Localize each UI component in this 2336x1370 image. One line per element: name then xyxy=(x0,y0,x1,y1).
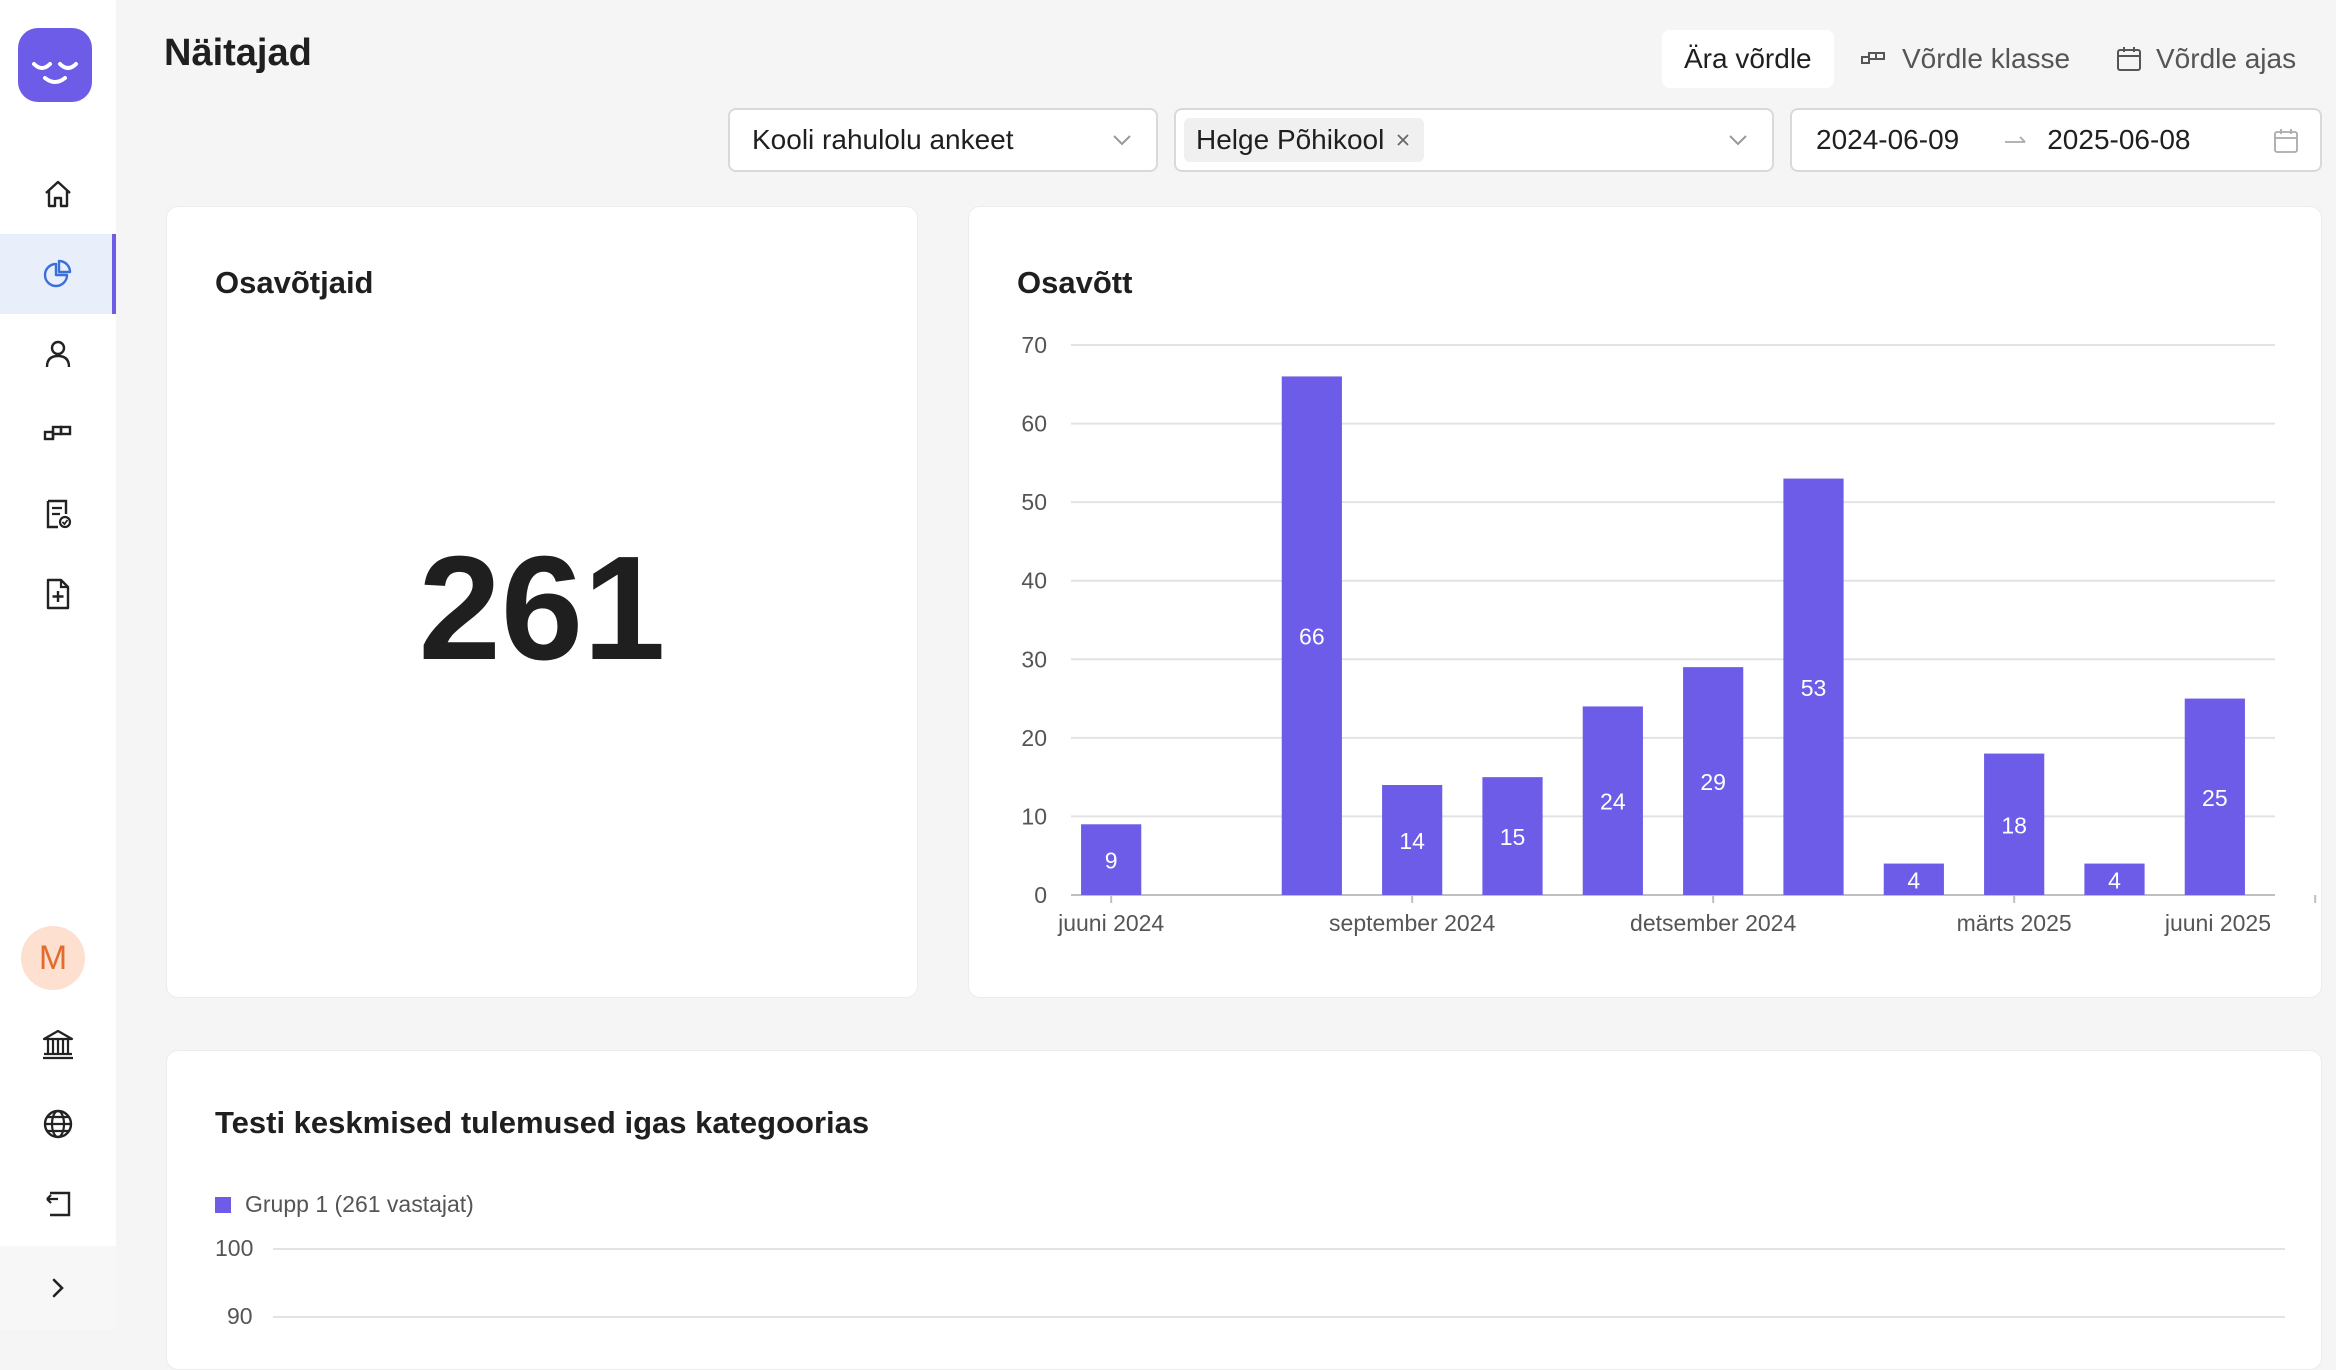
logout-icon xyxy=(46,1191,71,1217)
results-gridline xyxy=(273,1248,2285,1250)
x-tick-label: september 2024 xyxy=(1329,910,1495,936)
bar-value-label: 29 xyxy=(1700,769,1726,795)
x-tick-label: märts 2025 xyxy=(1957,910,2072,936)
sidebar-item-indicators[interactable] xyxy=(0,234,116,314)
close-icon[interactable] xyxy=(1394,131,1412,149)
institution-icon xyxy=(42,1029,74,1060)
x-tick-label: juuni 2025 xyxy=(2164,910,2271,936)
avatar[interactable]: M xyxy=(21,926,85,990)
participants-count: 261 xyxy=(418,526,666,691)
calendar-icon xyxy=(2274,129,2298,153)
bar-value-label: 53 xyxy=(1801,675,1827,701)
date-range-picker[interactable]: 2024-06-09 2025-06-08 xyxy=(1790,108,2322,172)
date-from-input[interactable]: 2024-06-09 xyxy=(1816,124,1959,156)
user-icon xyxy=(45,340,71,368)
results-legend[interactable]: Grupp 1 (261 vastajat) xyxy=(215,1191,474,1218)
bar-value-label: 24 xyxy=(1600,789,1626,815)
compare-time-label: Võrdle ajas xyxy=(2156,43,2297,74)
date-to-input[interactable]: 2025-06-08 xyxy=(2047,124,2190,156)
arrow-right-icon xyxy=(2005,136,2026,143)
sidebar: M xyxy=(0,0,116,1330)
results-title: Testi keskmised tulemused igas kategoori… xyxy=(215,1105,870,1140)
y-tick-label: 20 xyxy=(1021,725,1047,751)
chevron-right-icon xyxy=(52,1278,64,1298)
results-y-tick-100: 100 xyxy=(215,1235,254,1261)
legend-label: Grupp 1 (261 vastajat) xyxy=(245,1191,474,1217)
bar-value-label: 25 xyxy=(2202,785,2228,811)
y-tick-label: 0 xyxy=(1034,882,1047,908)
sidebar-expand-toggle[interactable] xyxy=(0,1246,116,1330)
sidebar-item-surveys[interactable] xyxy=(0,474,116,554)
bar-value-label: 14 xyxy=(1399,828,1425,854)
y-tick-label: 30 xyxy=(1021,646,1047,672)
chart-icon xyxy=(43,259,72,288)
bar-value-label: 9 xyxy=(1105,848,1118,874)
participants-title: Osavõtjaid xyxy=(215,265,374,300)
home-icon xyxy=(45,180,71,208)
legend-swatch xyxy=(215,1196,231,1213)
chevron-down-icon xyxy=(1729,135,1747,146)
sidebar-item-classes[interactable] xyxy=(0,394,116,474)
results-y-tick-90: 90 xyxy=(227,1303,253,1329)
sidebar-item-language[interactable] xyxy=(0,1084,116,1164)
classes-icon xyxy=(43,425,72,441)
bar-value-label: 66 xyxy=(1299,624,1325,650)
participation-bar-chart: 0 10 20 30 40 50 60 70 9 66 14 15 24 29 53 4 18 4 25 juuni … xyxy=(1021,332,2317,936)
x-tick-label: detsember 2024 xyxy=(1630,910,1796,936)
survey-select-value: Kooli rahulolu ankeet xyxy=(752,124,1014,155)
compare-time-option[interactable]: Võrdle ajas xyxy=(2092,30,2318,88)
y-tick-label: 40 xyxy=(1021,568,1047,594)
survey-select[interactable]: Kooli rahulolu ankeet xyxy=(728,108,1158,172)
compare-classes-option[interactable]: Võrdle klasse xyxy=(1838,30,2092,88)
compare-none-option[interactable]: Ära võrdle xyxy=(1662,30,1834,88)
bar-value-label: 4 xyxy=(2108,867,2121,893)
sidebar-item-institution[interactable] xyxy=(0,1004,116,1084)
bar-value-label: 15 xyxy=(1500,824,1526,850)
compare-none-label: Ära võrdle xyxy=(1684,43,1812,74)
participants-card: Osavõtjaid 261 xyxy=(166,206,918,998)
calendar-icon xyxy=(2117,47,2141,71)
sidebar-item-users[interactable] xyxy=(0,314,116,394)
y-tick-label: 60 xyxy=(1021,411,1047,437)
new-document-icon xyxy=(46,578,70,610)
x-tick-label: juuni 2024 xyxy=(1057,910,1164,936)
sidebar-item-home[interactable] xyxy=(0,154,116,234)
bar-value-label: 4 xyxy=(1907,867,1920,893)
sidebar-item-logout[interactable] xyxy=(0,1164,116,1244)
survey-icon xyxy=(46,499,72,529)
globe-icon xyxy=(43,1109,73,1139)
page-title: Näitajad xyxy=(164,32,312,74)
classes-icon xyxy=(1861,52,1885,64)
school-select[interactable]: Helge Põhikool xyxy=(1174,108,1774,172)
app-logo[interactable] xyxy=(18,28,92,102)
y-tick-label: 50 xyxy=(1021,489,1047,515)
compare-classes-label: Võrdle klasse xyxy=(1902,43,2071,74)
results-card: Testi keskmised tulemused igas kategoori… xyxy=(166,1050,2322,1370)
logo-face-icon xyxy=(32,62,78,84)
participation-card: Osavõtt 0 10 20 30 40 50 60 70 9 66 14 15 24 29 53 4 18 4… xyxy=(968,206,2322,998)
chevron-down-icon xyxy=(1113,135,1131,146)
school-tag-label: Helge Põhikool xyxy=(1196,124,1385,155)
sidebar-item-new-document[interactable] xyxy=(0,554,116,634)
bar-value-label: 18 xyxy=(2001,812,2027,838)
y-tick-label: 70 xyxy=(1021,332,1047,358)
y-tick-label: 10 xyxy=(1021,803,1047,829)
results-gridline xyxy=(273,1316,2285,1318)
school-tag: Helge Põhikool xyxy=(1184,118,1425,162)
